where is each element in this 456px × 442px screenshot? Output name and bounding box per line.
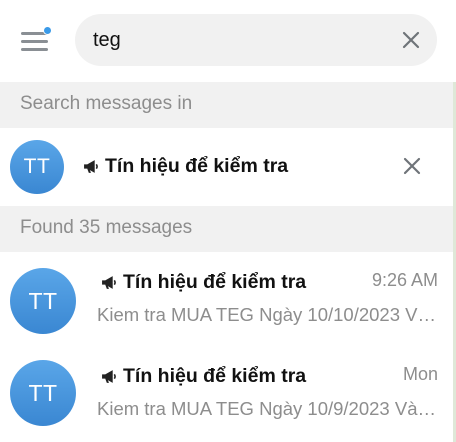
search-input[interactable] bbox=[93, 27, 383, 53]
clear-search-icon[interactable] bbox=[399, 28, 423, 52]
result-preview: Kiem tra MUA TEG Ngày 10/9/2023 Vào lệnh bbox=[97, 398, 439, 419]
megaphone-icon bbox=[84, 160, 98, 173]
megaphone-icon bbox=[102, 370, 116, 383]
result-chat-title: Tín hiệu để kiểm tra bbox=[101, 365, 306, 388]
avatar-initials: TT bbox=[28, 287, 58, 314]
megaphone-icon bbox=[102, 276, 116, 289]
hamburger-menu-button[interactable] bbox=[16, 24, 56, 58]
result-time: 9:26 AM bbox=[371, 270, 438, 290]
results-count-label: Found 35 messages bbox=[20, 217, 193, 238]
avatar-initials: TT bbox=[28, 379, 58, 406]
message-result-row[interactable]: TT Tín hiệu để kiểm tra Mon Kiem tra MUA… bbox=[0, 348, 453, 442]
top-bar bbox=[0, 0, 453, 82]
result-title-text: Tín hiệu để kiểm tra bbox=[123, 365, 307, 387]
message-result-row[interactable]: TT Tín hiệu để kiểm tra 9:26 AM Kiem tra… bbox=[0, 254, 453, 348]
chat-title: Tín hiệu để kiểm tra bbox=[83, 155, 288, 178]
menu-bar-icon bbox=[21, 40, 48, 43]
result-time: Mon bbox=[402, 364, 438, 384]
avatar: TT bbox=[10, 140, 64, 194]
results-header: Found 35 messages bbox=[0, 206, 453, 252]
menu-bar-icon bbox=[21, 48, 48, 51]
close-filter-icon[interactable] bbox=[400, 154, 424, 178]
search-in-header: Search messages in bbox=[0, 82, 453, 128]
avatar: TT bbox=[10, 268, 76, 334]
chat-filter-row[interactable]: TT Tín hiệu để kiểm tra bbox=[0, 128, 453, 206]
result-title-text: Tín hiệu để kiểm tra bbox=[123, 271, 307, 293]
search-box[interactable] bbox=[75, 14, 437, 66]
chat-title-text: Tín hiệu để kiểm tra bbox=[105, 155, 289, 177]
notification-dot-icon bbox=[43, 26, 52, 35]
result-preview: Kiem tra MUA TEG Ngày 10/10/2023 Vào lện… bbox=[97, 304, 439, 325]
avatar-initials: TT bbox=[23, 155, 51, 178]
result-chat-title: Tín hiệu để kiểm tra bbox=[101, 271, 306, 294]
search-in-label: Search messages in bbox=[20, 93, 193, 114]
avatar: TT bbox=[10, 360, 76, 426]
